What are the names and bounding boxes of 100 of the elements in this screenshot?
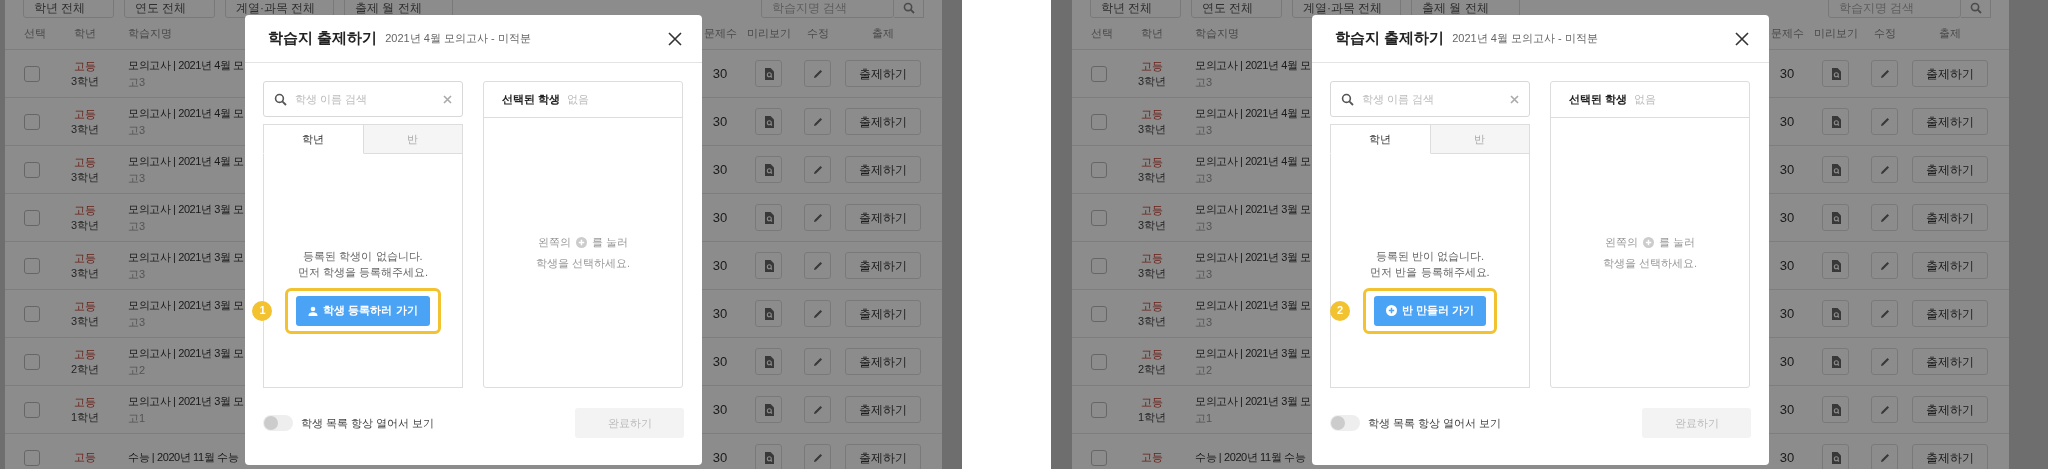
preview-button[interactable] <box>755 396 782 423</box>
toggle-switch[interactable] <box>263 415 293 431</box>
checkbox[interactable] <box>1091 65 1107 82</box>
assign-button[interactable]: 출제하기 <box>845 108 921 135</box>
checkbox[interactable] <box>24 161 40 178</box>
assign-button[interactable]: 출제하기 <box>845 60 921 87</box>
checkbox[interactable] <box>24 449 40 466</box>
edit-button[interactable] <box>804 204 831 231</box>
filter-dropdown[interactable]: 계열·과목 전체 <box>1292 0 1401 18</box>
preview-button[interactable] <box>755 60 782 87</box>
preview-button[interactable] <box>1822 108 1849 135</box>
worksheet-title: 모의고사 | 2021년 4월 모 <box>1195 57 1311 73</box>
assign-button[interactable]: 출제하기 <box>1912 156 1988 183</box>
assign-button[interactable]: 출제하기 <box>1912 108 1988 135</box>
worksheet-title: 모의고사 | 2021년 3월 모 <box>128 393 244 409</box>
edit-button[interactable] <box>1871 60 1898 87</box>
selected-count: 없음 <box>1634 92 1657 108</box>
assign-button[interactable]: 출제하기 <box>1912 444 1988 469</box>
document-icon <box>763 259 774 272</box>
filter-dropdown[interactable]: 계열·과목 전체 <box>225 0 334 18</box>
checkbox[interactable] <box>1091 113 1107 130</box>
preview-button[interactable] <box>755 300 782 327</box>
document-icon <box>763 403 774 416</box>
preview-button[interactable] <box>1822 348 1849 375</box>
close-icon <box>1735 31 1749 46</box>
preview-button[interactable] <box>755 348 782 375</box>
assign-button[interactable]: 출제하기 <box>845 204 921 231</box>
edit-button[interactable] <box>804 156 831 183</box>
checkbox[interactable] <box>1091 209 1107 226</box>
action-button[interactable]: 반 만들러 가기 <box>1373 295 1487 326</box>
edit-button[interactable] <box>804 300 831 327</box>
edit-button[interactable] <box>1871 396 1898 423</box>
filter-dropdown[interactable]: 연도 전체 <box>124 0 215 18</box>
edit-button[interactable] <box>1871 108 1898 135</box>
preview-button[interactable] <box>755 444 782 469</box>
checkbox[interactable] <box>24 305 40 322</box>
filter-dropdown[interactable]: 학년 전체 <box>1090 0 1181 18</box>
preview-button[interactable] <box>1822 300 1849 327</box>
student-search-field[interactable]: 학생 이름 검색 <box>1330 81 1530 117</box>
preview-button[interactable] <box>1822 396 1849 423</box>
checkbox[interactable] <box>24 257 40 274</box>
edit-button[interactable] <box>1871 348 1898 375</box>
preview-button[interactable] <box>755 204 782 231</box>
checkbox[interactable] <box>24 113 40 130</box>
checkbox[interactable] <box>1091 305 1107 322</box>
preview-button[interactable] <box>755 156 782 183</box>
checkbox[interactable] <box>24 353 40 370</box>
edit-button[interactable] <box>1871 300 1898 327</box>
edit-button[interactable] <box>804 60 831 87</box>
edit-button[interactable] <box>804 108 831 135</box>
toggle-switch[interactable] <box>1330 415 1360 431</box>
edit-button[interactable] <box>804 252 831 279</box>
checkbox[interactable] <box>24 209 40 226</box>
plus-circle-icon <box>1385 305 1397 316</box>
preview-button[interactable] <box>1822 204 1849 231</box>
assign-button[interactable]: 출제하기 <box>1912 348 1988 375</box>
close-button[interactable] <box>1733 29 1751 48</box>
checkbox[interactable] <box>1091 161 1107 178</box>
assign-button[interactable]: 출제하기 <box>1912 300 1988 327</box>
preview-button[interactable] <box>1822 156 1849 183</box>
preview-button[interactable] <box>1822 252 1849 279</box>
worksheet-title: 모의고사 | 2021년 3월 모 <box>1195 201 1311 217</box>
preview-button[interactable] <box>1822 60 1849 87</box>
document-icon <box>1830 403 1841 416</box>
edit-button[interactable] <box>1871 252 1898 279</box>
close-button[interactable] <box>666 29 684 48</box>
action-button[interactable]: 학생 등록하러 가기 <box>296 295 430 326</box>
edit-button[interactable] <box>804 396 831 423</box>
assign-button[interactable]: 출제하기 <box>845 156 921 183</box>
assign-button[interactable]: 출제하기 <box>845 348 921 375</box>
student-search-field[interactable]: 학생 이름 검색 <box>263 81 463 117</box>
preview-button[interactable] <box>755 108 782 135</box>
assign-button[interactable]: 출제하기 <box>845 396 921 423</box>
tab[interactable]: 학년 <box>263 124 364 154</box>
assign-button[interactable]: 출제하기 <box>1912 252 1988 279</box>
checkbox[interactable] <box>1091 449 1107 466</box>
assign-button[interactable]: 출제하기 <box>845 444 921 469</box>
preview-button[interactable] <box>755 252 782 279</box>
edit-button[interactable] <box>804 348 831 375</box>
edit-button[interactable] <box>1871 156 1898 183</box>
checkbox[interactable] <box>24 401 40 418</box>
question-count: 30 <box>712 161 728 177</box>
edit-button[interactable] <box>804 444 831 469</box>
filter-dropdown[interactable]: 연도 전체 <box>1191 0 1282 18</box>
checkbox[interactable] <box>1091 401 1107 418</box>
preview-button[interactable] <box>1822 444 1849 469</box>
worksheet-title: 모의고사 | 2021년 3월 모 <box>128 297 244 313</box>
assign-button[interactable]: 출제하기 <box>1912 396 1988 423</box>
edit-button[interactable] <box>1871 444 1898 469</box>
checkbox[interactable] <box>1091 257 1107 274</box>
assign-button[interactable]: 출제하기 <box>845 300 921 327</box>
edit-button[interactable] <box>1871 204 1898 231</box>
checkbox[interactable] <box>1091 353 1107 370</box>
tab[interactable]: 학년 <box>1330 124 1431 154</box>
panel-title: 선택된 학생 <box>1569 92 1628 108</box>
assign-button[interactable]: 출제하기 <box>845 252 921 279</box>
assign-button[interactable]: 출제하기 <box>1912 204 1988 231</box>
assign-button[interactable]: 출제하기 <box>1912 60 1988 87</box>
filter-dropdown[interactable]: 학년 전체 <box>23 0 114 18</box>
checkbox[interactable] <box>24 65 40 82</box>
